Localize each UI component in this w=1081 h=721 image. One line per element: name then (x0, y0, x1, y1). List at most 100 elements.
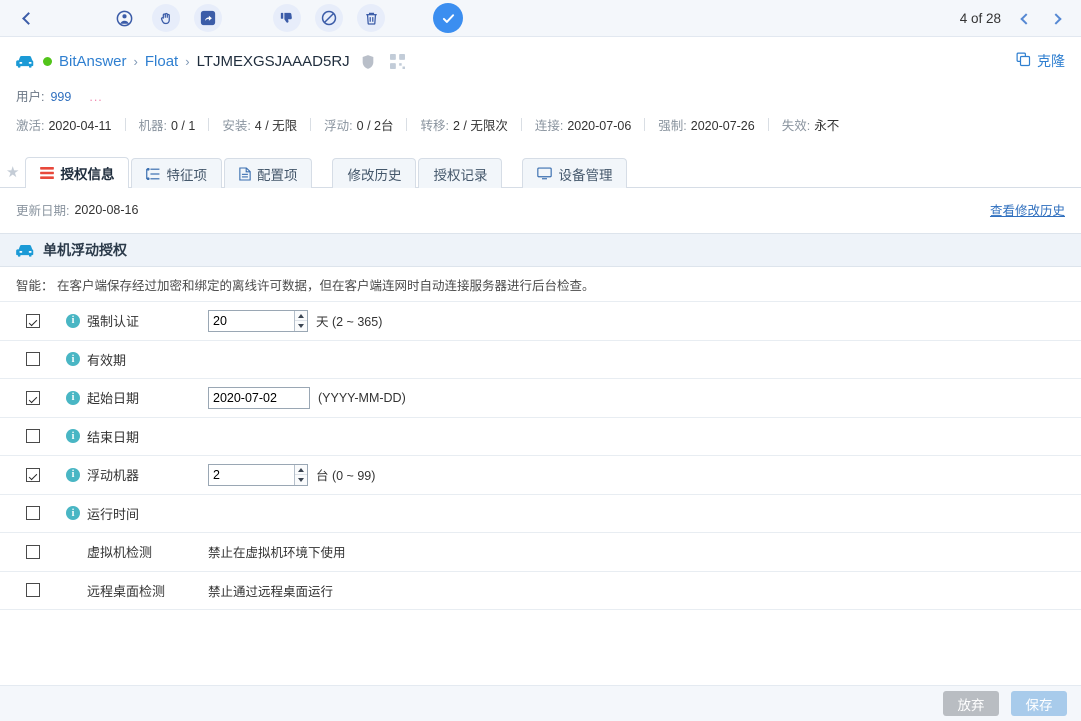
float-machines-input[interactable] (209, 465, 294, 485)
back-button[interactable] (8, 0, 48, 37)
row-checkbox[interactable] (26, 314, 40, 328)
divider (768, 118, 769, 131)
row-checkbox[interactable] (26, 506, 40, 520)
meta-value: 2020-07-26 (691, 119, 755, 133)
status-dot (43, 57, 52, 66)
breadcrumb-item-company[interactable]: BitAnswer (59, 53, 127, 70)
pager-next-button[interactable] (1043, 6, 1069, 32)
force-auth-input[interactable] (209, 311, 294, 331)
user-circle-icon[interactable] (110, 4, 138, 32)
toolbar-group-confirm (433, 3, 463, 33)
row-checkbox-cell (0, 429, 66, 443)
divider (644, 118, 645, 131)
info-icon[interactable]: i (66, 468, 80, 482)
breadcrumb-separator: › (134, 54, 138, 69)
row-static-value: 禁止在虚拟机环境下使用 (208, 542, 346, 561)
info-icon[interactable]: i (66, 391, 80, 405)
meta-value: 4 / 无限 (255, 115, 297, 134)
meta-item-activate: 激活: 2020-04-11 (16, 115, 112, 134)
tab-license-records[interactable]: 授权记录 (418, 158, 502, 188)
quantity-stepper[interactable] (208, 464, 308, 486)
row-label-cell: i 虚拟机检测 (66, 542, 208, 561)
meta-value: 永不 (814, 115, 839, 134)
row-label: 浮动机器 (87, 465, 139, 484)
monitor-icon (537, 167, 552, 180)
user-count-value[interactable]: 999 (50, 90, 71, 104)
meta-key: 安装: (222, 115, 250, 134)
more-button[interactable]: ... (89, 90, 102, 104)
start-date-input[interactable] (208, 387, 310, 409)
row-label-cell: i 强制认证 (66, 311, 208, 330)
update-date-value: 2020-08-16 (74, 203, 138, 217)
qr-code-icon[interactable] (390, 54, 405, 69)
record-pager: 4 of 28 (960, 0, 1069, 37)
stepper-down-button[interactable] (295, 320, 307, 331)
divider (125, 118, 126, 131)
ban-icon[interactable] (315, 4, 343, 32)
meta-value: 2020-04-11 (48, 119, 111, 133)
tab-feature-items[interactable]: 特征项 (131, 158, 222, 188)
row-unit: 台 (0 ~ 99) (316, 465, 375, 484)
table-row: i 强制认证 天 (2 ~ 365) (0, 302, 1081, 341)
tab-device-management[interactable]: 设备管理 (522, 158, 627, 188)
view-change-history-link[interactable]: 查看修改历史 (990, 200, 1065, 219)
row-checkbox[interactable] (26, 468, 40, 482)
tab-license-info[interactable]: 授权信息 (25, 157, 129, 188)
save-button[interactable]: 保存 (1011, 691, 1067, 716)
chevron-left-icon (22, 12, 35, 25)
tab-change-history[interactable]: 修改历史 (332, 158, 416, 188)
row-label-cell: i 浮动机器 (66, 465, 208, 484)
row-label: 结束日期 (87, 427, 139, 446)
clone-button[interactable]: 克隆 (1016, 51, 1065, 71)
info-icon[interactable]: i (66, 506, 80, 520)
pager-prev-button[interactable] (1013, 6, 1039, 32)
table-row: i 浮动机器 台 (0 ~ 99) (0, 456, 1081, 495)
row-label-cell: i 起始日期 (66, 388, 208, 407)
row-checkbox-cell (0, 352, 66, 366)
row-checkbox[interactable] (26, 352, 40, 366)
row-label: 运行时间 (87, 504, 139, 523)
row-checkbox[interactable] (26, 545, 40, 559)
info-icon[interactable]: i (66, 429, 80, 443)
meta-key: 机器: (139, 115, 167, 134)
row-field-cell: 台 (0 ~ 99) (208, 464, 375, 486)
trash-icon[interactable] (357, 4, 385, 32)
row-checkbox[interactable] (26, 583, 40, 597)
chevron-left-icon (1020, 13, 1031, 24)
toolbar-group-primary (110, 4, 222, 32)
breadcrumb-item-product[interactable]: Float (145, 53, 178, 70)
user-count-label: 用户: (16, 86, 44, 105)
row-checkbox[interactable] (26, 391, 40, 405)
info-icon[interactable]: i (66, 314, 80, 328)
shield-icon[interactable] (361, 54, 375, 70)
info-icon[interactable]: i (66, 352, 80, 366)
section-header: 单机浮动授权 (0, 233, 1081, 267)
meta-item-transfer: 转移: 2 / 无限次 (420, 115, 507, 134)
quantity-stepper[interactable] (208, 310, 308, 332)
breadcrumb: BitAnswer › Float › LTJMEXGSJAAAD5RJ (0, 37, 1081, 72)
discard-button[interactable]: 放弃 (943, 691, 999, 716)
hand-grab-icon[interactable] (152, 4, 180, 32)
tab-label: 授权信息 (60, 163, 114, 183)
table-row: i 虚拟机检测 禁止在虚拟机环境下使用 (0, 533, 1081, 572)
tab-config-items[interactable]: 配置项 (224, 158, 313, 188)
star-icon[interactable]: ★ (6, 165, 19, 187)
table-row: i 起始日期 (YYYY-MM-DD) (0, 379, 1081, 418)
copy-icon (1016, 52, 1031, 70)
row-checkbox[interactable] (26, 429, 40, 443)
check-circle-icon[interactable] (433, 3, 463, 33)
stepper-arrows[interactable] (294, 465, 307, 485)
stepper-arrows[interactable] (294, 311, 307, 331)
table-row: i 结束日期 (0, 418, 1081, 457)
thumbs-down-icon[interactable] (273, 4, 301, 32)
meta-key: 转移: (420, 115, 448, 134)
row-label-cell: i 远程桌面检测 (66, 581, 208, 600)
row-field-cell: 禁止在虚拟机环境下使用 (208, 542, 346, 561)
row-checkbox-cell (0, 391, 66, 405)
row-checkbox-cell (0, 545, 66, 559)
stepper-up-button[interactable] (295, 311, 307, 321)
meta-key: 强制: (658, 115, 686, 134)
share-forward-icon[interactable] (194, 4, 222, 32)
stepper-down-button[interactable] (295, 474, 307, 485)
stepper-up-button[interactable] (295, 465, 307, 475)
